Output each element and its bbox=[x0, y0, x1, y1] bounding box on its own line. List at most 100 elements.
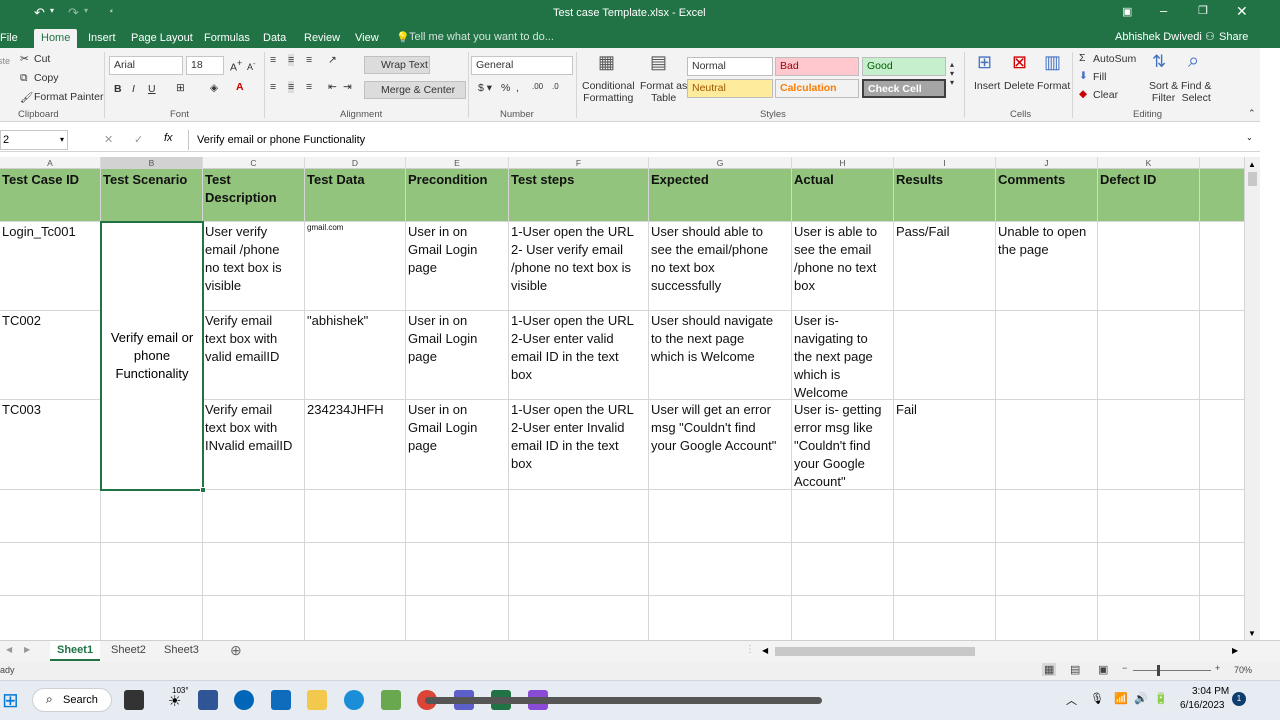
empty-cell[interactable] bbox=[406, 490, 509, 542]
normal-view-icon[interactable]: ▦ bbox=[1042, 663, 1057, 676]
empty-cell[interactable] bbox=[0, 490, 101, 542]
data-cell[interactable] bbox=[1098, 222, 1200, 310]
undo-icon[interactable]: ↶ bbox=[34, 5, 45, 21]
page-layout-view-icon[interactable]: ▤ bbox=[1070, 663, 1080, 676]
restore-button[interactable]: ❐ bbox=[1198, 4, 1208, 17]
user-name[interactable]: Abhishek Dwivedi bbox=[1115, 31, 1202, 43]
header-cell[interactable]: Test Data bbox=[305, 169, 406, 221]
empty-cell[interactable] bbox=[894, 596, 996, 640]
notification-badge[interactable]: 1 bbox=[1232, 692, 1246, 706]
sheet-tab-sheet2[interactable]: Sheet2 bbox=[111, 644, 146, 656]
name-box[interactable]: 2 ▾ bbox=[0, 130, 68, 150]
enter-icon[interactable]: ✓ bbox=[134, 133, 143, 146]
header-cell[interactable]: Test Description bbox=[203, 169, 305, 221]
empty-cell[interactable] bbox=[101, 543, 203, 595]
format-cells-icon[interactable]: ▥ bbox=[1044, 52, 1061, 73]
zoom-slider-thumb[interactable] bbox=[1157, 665, 1160, 676]
store-icon[interactable] bbox=[234, 690, 254, 710]
top-align-icon[interactable]: ≡ bbox=[270, 54, 276, 66]
delete-button[interactable]: Delete bbox=[1004, 80, 1034, 92]
empty-cell[interactable] bbox=[996, 543, 1098, 595]
empty-cell[interactable] bbox=[649, 490, 792, 542]
edge-icon[interactable] bbox=[344, 690, 364, 710]
col-header-a[interactable]: A bbox=[0, 157, 101, 169]
cancel-icon[interactable]: ✕ bbox=[104, 133, 113, 146]
redo-dropdown-icon[interactable]: ▾ bbox=[84, 6, 88, 15]
tab-home[interactable]: Home bbox=[34, 29, 78, 48]
redo-icon[interactable]: ↷ bbox=[68, 5, 79, 21]
orientation-icon[interactable]: ↗ bbox=[328, 54, 337, 66]
empty-cell[interactable] bbox=[649, 543, 792, 595]
hscroll-right-icon[interactable]: ▶ bbox=[1232, 646, 1238, 655]
zoom-out-icon[interactable]: − bbox=[1122, 663, 1127, 673]
tab-page-layout[interactable]: Page Layout bbox=[124, 29, 200, 48]
grow-font-icon[interactable]: A+ bbox=[230, 58, 242, 74]
outlook-icon[interactable] bbox=[271, 690, 291, 710]
data-cell[interactable]: 1-User open the URL 2- User verify email… bbox=[509, 222, 649, 310]
data-cell[interactable]: 1-User open the URL 2-User enter valid e… bbox=[509, 311, 649, 399]
tab-formulas[interactable]: Formulas bbox=[197, 29, 257, 48]
outdent-icon[interactable]: ⇥ bbox=[343, 81, 352, 93]
data-cell[interactable]: User in on Gmail Login page bbox=[406, 400, 509, 489]
tab-review[interactable]: Review bbox=[297, 29, 347, 48]
fill-icon[interactable]: ⬇ bbox=[1079, 70, 1088, 82]
format-button[interactable]: Format bbox=[1037, 80, 1070, 92]
merge-center-button[interactable]: Merge & Center bbox=[364, 81, 466, 99]
tab-data[interactable]: Data bbox=[256, 29, 293, 48]
collapse-ribbon-icon[interactable]: ⌃ bbox=[1248, 108, 1256, 119]
data-cell[interactable]: Verify email text box with valid emailID bbox=[203, 311, 305, 399]
tray-chevron-icon[interactable]: ︿ bbox=[1066, 692, 1077, 708]
tab-view[interactable]: View bbox=[348, 29, 386, 48]
conditional-formatting-button[interactable]: Conditional Formatting bbox=[582, 80, 635, 104]
col-header-g[interactable]: G bbox=[649, 157, 792, 169]
cut-button[interactable]: Cut bbox=[34, 53, 50, 65]
empty-cell[interactable] bbox=[509, 490, 649, 542]
autosum-button[interactable]: AutoSum bbox=[1093, 53, 1136, 65]
data-cell[interactable]: User in on Gmail Login page bbox=[406, 222, 509, 310]
empty-cell[interactable] bbox=[996, 596, 1098, 640]
col-header-h[interactable]: H bbox=[792, 157, 894, 169]
header-cell[interactable]: Precondition bbox=[406, 169, 509, 221]
bold-button[interactable]: B bbox=[114, 83, 122, 95]
empty-cell[interactable] bbox=[305, 543, 406, 595]
empty-cell[interactable] bbox=[792, 543, 894, 595]
style-bad[interactable]: Bad bbox=[775, 57, 859, 76]
empty-cell[interactable] bbox=[203, 543, 305, 595]
font-name-select[interactable]: Arial bbox=[109, 56, 183, 75]
empty-cell[interactable] bbox=[0, 543, 101, 595]
align-right-icon[interactable]: ≡ bbox=[306, 81, 312, 93]
fill-handle[interactable] bbox=[200, 487, 206, 493]
comma-icon[interactable]: , bbox=[516, 82, 519, 94]
align-left-icon[interactable]: ≡ bbox=[270, 81, 276, 93]
sort-filter-button[interactable]: Sort & Filter bbox=[1149, 80, 1178, 104]
task-view-icon[interactable] bbox=[124, 690, 144, 710]
tell-me-input[interactable]: Tell me what you want to do... bbox=[409, 31, 554, 43]
data-cell[interactable]: 1-User open the URL 2-User enter Invalid… bbox=[509, 400, 649, 489]
shrink-font-icon[interactable]: A- bbox=[247, 59, 256, 72]
data-cell[interactable] bbox=[996, 400, 1098, 489]
volume-icon[interactable]: 🔊 bbox=[1134, 692, 1148, 705]
header-cell[interactable]: Test Case ID bbox=[0, 169, 101, 221]
data-cell[interactable] bbox=[1098, 400, 1200, 489]
col-header-e[interactable]: E bbox=[406, 157, 509, 169]
style-normal[interactable]: Normal bbox=[687, 57, 773, 76]
empty-cell[interactable] bbox=[0, 596, 101, 640]
next-sheet-icon[interactable]: ▶ bbox=[24, 645, 30, 654]
data-cell[interactable]: Verify email text box with INvalid email… bbox=[203, 400, 305, 489]
tab-insert[interactable]: Insert bbox=[81, 29, 123, 48]
header-cell[interactable]: Test steps bbox=[509, 169, 649, 221]
microphone-icon[interactable]: 🎙 bbox=[1090, 692, 1104, 705]
style-neutral[interactable]: Neutral bbox=[687, 79, 773, 98]
empty-cell[interactable] bbox=[406, 596, 509, 640]
undo-dropdown-icon[interactable]: ▾ bbox=[50, 6, 54, 15]
clock-date[interactable]: 6/16/2023 bbox=[1180, 700, 1225, 711]
data-cell[interactable] bbox=[894, 311, 996, 399]
empty-cell[interactable] bbox=[1098, 490, 1200, 542]
increase-decimal-icon[interactable]: .00 bbox=[532, 82, 543, 91]
data-cell[interactable]: Login_Tc001 bbox=[0, 222, 101, 310]
format-table-icon[interactable]: ▤ bbox=[650, 52, 667, 73]
styles-scroll-icon[interactable]: ▴ ▾ ▾ bbox=[950, 60, 954, 87]
close-button[interactable]: ✕ bbox=[1236, 3, 1248, 20]
zoom-in-icon[interactable]: + bbox=[1215, 663, 1220, 673]
brush-icon[interactable]: 🖌 bbox=[20, 91, 33, 104]
